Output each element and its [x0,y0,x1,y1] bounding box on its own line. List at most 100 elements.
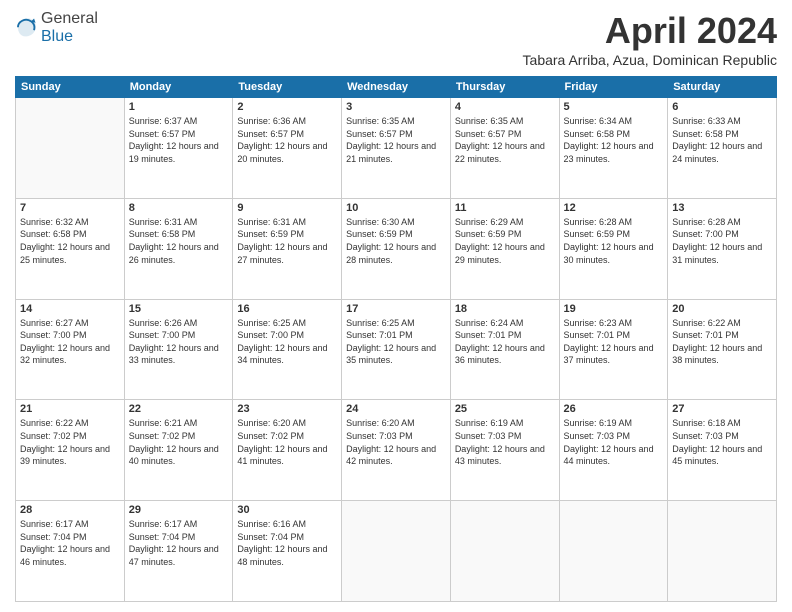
day-number: 13 [672,202,772,214]
day-number: 12 [564,202,664,214]
subtitle: Tabara Arriba, Azua, Dominican Republic [523,52,777,68]
daylight-text: Daylight: 12 hours and 25 minutes. [20,242,110,265]
sunrise-text: Sunrise: 6:32 AM [20,217,89,227]
sunset-text: Sunset: 6:57 PM [346,129,413,139]
sunset-text: Sunset: 6:58 PM [20,229,87,239]
table-row: 30 Sunrise: 6:16 AM Sunset: 7:04 PM Dayl… [233,501,342,602]
table-row: 17 Sunrise: 6:25 AM Sunset: 7:01 PM Dayl… [342,299,451,400]
day-number: 23 [237,403,337,415]
daylight-text: Daylight: 12 hours and 32 minutes. [20,343,110,366]
table-row: 23 Sunrise: 6:20 AM Sunset: 7:02 PM Dayl… [233,400,342,501]
table-row: 4 Sunrise: 6:35 AM Sunset: 6:57 PM Dayli… [450,98,559,199]
sunrise-text: Sunrise: 6:21 AM [129,418,198,428]
sunset-text: Sunset: 6:57 PM [129,129,196,139]
sunset-text: Sunset: 7:03 PM [672,431,739,441]
sunrise-text: Sunrise: 6:35 AM [346,116,415,126]
table-row: 20 Sunrise: 6:22 AM Sunset: 7:01 PM Dayl… [668,299,777,400]
logo-icon [15,17,37,39]
day-info: Sunrise: 6:19 AM Sunset: 7:03 PM Dayligh… [455,417,555,467]
table-row: 10 Sunrise: 6:30 AM Sunset: 6:59 PM Dayl… [342,198,451,299]
sunset-text: Sunset: 7:01 PM [346,330,413,340]
table-row [342,501,451,602]
sunset-text: Sunset: 7:02 PM [237,431,304,441]
table-row [16,98,125,199]
col-friday: Friday [559,77,668,98]
table-row [559,501,668,602]
table-row: 9 Sunrise: 6:31 AM Sunset: 6:59 PM Dayli… [233,198,342,299]
calendar-week-row: 21 Sunrise: 6:22 AM Sunset: 7:02 PM Dayl… [16,400,777,501]
table-row: 28 Sunrise: 6:17 AM Sunset: 7:04 PM Dayl… [16,501,125,602]
daylight-text: Daylight: 12 hours and 21 minutes. [346,141,436,164]
logo-blue: Blue [41,28,73,45]
sunrise-text: Sunrise: 6:25 AM [346,318,415,328]
page: General Blue April 2024 Tabara Arriba, A… [0,0,792,612]
daylight-text: Daylight: 12 hours and 33 minutes. [129,343,219,366]
daylight-text: Daylight: 12 hours and 28 minutes. [346,242,436,265]
sunset-text: Sunset: 6:58 PM [672,129,739,139]
daylight-text: Daylight: 12 hours and 35 minutes. [346,343,436,366]
daylight-text: Daylight: 12 hours and 38 minutes. [672,343,762,366]
col-wednesday: Wednesday [342,77,451,98]
table-row: 14 Sunrise: 6:27 AM Sunset: 7:00 PM Dayl… [16,299,125,400]
day-number: 16 [237,303,337,315]
sunrise-text: Sunrise: 6:16 AM [237,519,306,529]
table-row: 5 Sunrise: 6:34 AM Sunset: 6:58 PM Dayli… [559,98,668,199]
daylight-text: Daylight: 12 hours and 26 minutes. [129,242,219,265]
daylight-text: Daylight: 12 hours and 40 minutes. [129,444,219,467]
day-number: 27 [672,403,772,415]
table-row [668,501,777,602]
table-row: 16 Sunrise: 6:25 AM Sunset: 7:00 PM Dayl… [233,299,342,400]
table-row: 24 Sunrise: 6:20 AM Sunset: 7:03 PM Dayl… [342,400,451,501]
day-info: Sunrise: 6:24 AM Sunset: 7:01 PM Dayligh… [455,317,555,367]
day-info: Sunrise: 6:30 AM Sunset: 6:59 PM Dayligh… [346,216,446,266]
table-row: 21 Sunrise: 6:22 AM Sunset: 7:02 PM Dayl… [16,400,125,501]
sunrise-text: Sunrise: 6:23 AM [564,318,633,328]
sunset-text: Sunset: 6:59 PM [455,229,522,239]
day-info: Sunrise: 6:20 AM Sunset: 7:03 PM Dayligh… [346,417,446,467]
day-info: Sunrise: 6:17 AM Sunset: 7:04 PM Dayligh… [20,518,120,568]
sunrise-text: Sunrise: 6:36 AM [237,116,306,126]
daylight-text: Daylight: 12 hours and 36 minutes. [455,343,545,366]
day-info: Sunrise: 6:20 AM Sunset: 7:02 PM Dayligh… [237,417,337,467]
sunrise-text: Sunrise: 6:37 AM [129,116,198,126]
sunset-text: Sunset: 6:57 PM [237,129,304,139]
day-number: 24 [346,403,446,415]
sunrise-text: Sunrise: 6:20 AM [346,418,415,428]
day-info: Sunrise: 6:25 AM Sunset: 7:00 PM Dayligh… [237,317,337,367]
calendar-week-row: 7 Sunrise: 6:32 AM Sunset: 6:58 PM Dayli… [16,198,777,299]
sunrise-text: Sunrise: 6:19 AM [455,418,524,428]
col-tuesday: Tuesday [233,77,342,98]
daylight-text: Daylight: 12 hours and 41 minutes. [237,444,327,467]
day-info: Sunrise: 6:16 AM Sunset: 7:04 PM Dayligh… [237,518,337,568]
sunset-text: Sunset: 7:01 PM [455,330,522,340]
day-info: Sunrise: 6:25 AM Sunset: 7:01 PM Dayligh… [346,317,446,367]
col-monday: Monday [124,77,233,98]
day-number: 8 [129,202,229,214]
day-info: Sunrise: 6:18 AM Sunset: 7:03 PM Dayligh… [672,417,772,467]
table-row: 11 Sunrise: 6:29 AM Sunset: 6:59 PM Dayl… [450,198,559,299]
calendar-week-row: 28 Sunrise: 6:17 AM Sunset: 7:04 PM Dayl… [16,501,777,602]
table-row: 22 Sunrise: 6:21 AM Sunset: 7:02 PM Dayl… [124,400,233,501]
daylight-text: Daylight: 12 hours and 29 minutes. [455,242,545,265]
sunrise-text: Sunrise: 6:29 AM [455,217,524,227]
sunset-text: Sunset: 7:04 PM [237,532,304,542]
sunset-text: Sunset: 6:59 PM [564,229,631,239]
calendar-table: Sunday Monday Tuesday Wednesday Thursday… [15,76,777,602]
day-info: Sunrise: 6:22 AM Sunset: 7:02 PM Dayligh… [20,417,120,467]
day-number: 9 [237,202,337,214]
day-info: Sunrise: 6:37 AM Sunset: 6:57 PM Dayligh… [129,115,229,165]
month-title: April 2024 [523,10,777,52]
day-info: Sunrise: 6:27 AM Sunset: 7:00 PM Dayligh… [20,317,120,367]
daylight-text: Daylight: 12 hours and 48 minutes. [237,544,327,567]
sunset-text: Sunset: 7:02 PM [20,431,87,441]
daylight-text: Daylight: 12 hours and 39 minutes. [20,444,110,467]
table-row: 18 Sunrise: 6:24 AM Sunset: 7:01 PM Dayl… [450,299,559,400]
calendar-header-row: Sunday Monday Tuesday Wednesday Thursday… [16,77,777,98]
day-info: Sunrise: 6:33 AM Sunset: 6:58 PM Dayligh… [672,115,772,165]
daylight-text: Daylight: 12 hours and 31 minutes. [672,242,762,265]
sunset-text: Sunset: 6:58 PM [564,129,631,139]
sunset-text: Sunset: 7:04 PM [129,532,196,542]
sunset-text: Sunset: 7:03 PM [346,431,413,441]
day-number: 10 [346,202,446,214]
daylight-text: Daylight: 12 hours and 24 minutes. [672,141,762,164]
